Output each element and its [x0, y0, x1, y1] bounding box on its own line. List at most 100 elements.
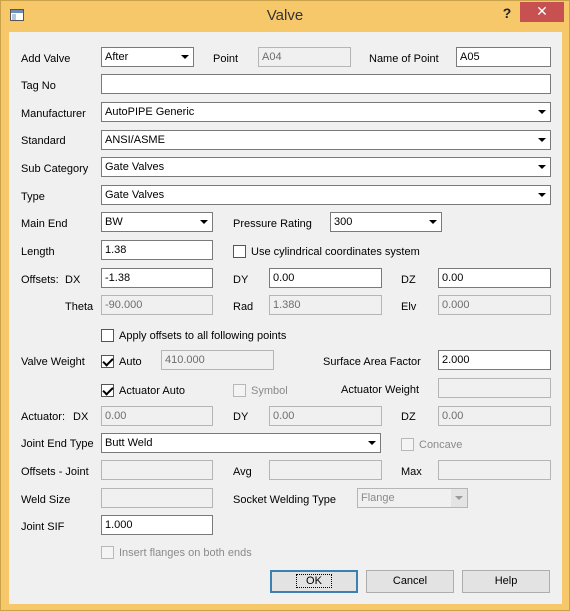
joint-sif-field[interactable]: 1.000 — [101, 515, 213, 535]
offsets-joint-field — [101, 460, 213, 480]
standard-select[interactable]: ANSI/ASME — [101, 130, 551, 150]
elv-label: Elv — [401, 301, 417, 313]
socket-welding-type-select: Flange — [357, 488, 468, 508]
actuator-weight-field — [438, 378, 551, 398]
elv-field: 0.000 — [438, 295, 551, 315]
actuator-label: Actuator: — [21, 411, 66, 423]
window-title: Valve — [266, 7, 304, 24]
actuator-auto-checkbox[interactable] — [101, 384, 114, 397]
dialog-body: Add Valve After Point A04 Name of Point … — [9, 32, 562, 604]
standard-label: Standard — [21, 135, 66, 147]
type-label: Type — [21, 191, 45, 203]
symbol-label: Symbol — [251, 385, 288, 397]
offset-dx-field[interactable]: -1.38 — [101, 268, 213, 288]
offset-dz-label: DZ — [401, 274, 416, 286]
point-label: Point — [213, 53, 239, 65]
manufacturer-select[interactable]: AutoPIPE Generic — [101, 102, 551, 122]
symbol-checkbox — [233, 384, 246, 397]
offset-dz-field[interactable]: 0.00 — [438, 268, 551, 288]
auto-checkbox[interactable] — [101, 355, 114, 368]
help-button[interactable]: Help — [462, 570, 550, 593]
main-end-value: BW — [105, 216, 123, 228]
title-bar: Valve ? ✕ — [1, 1, 569, 31]
name-of-point-label: Name of Point — [369, 53, 439, 65]
sub-category-value: Gate Valves — [105, 161, 165, 173]
type-value: Gate Valves — [105, 189, 165, 201]
manufacturer-label: Manufacturer — [21, 108, 86, 120]
sub-category-select[interactable]: Gate Valves — [101, 157, 551, 177]
joint-end-type-select[interactable]: Butt Weld — [101, 433, 381, 453]
chevron-down-icon — [196, 213, 212, 231]
weld-size-label: Weld Size — [21, 494, 71, 506]
actuator-dx-label: DX — [73, 411, 89, 423]
offsets-joint-label: Offsets - Joint — [21, 466, 89, 478]
chevron-down-icon — [451, 489, 467, 507]
max-label: Max — [401, 466, 422, 478]
cancel-button[interactable]: Cancel — [366, 570, 454, 593]
valve-weight-field: 410.000 — [161, 350, 274, 370]
add-valve-select[interactable]: After — [101, 47, 194, 67]
chevron-down-icon — [177, 48, 193, 66]
manufacturer-value: AutoPIPE Generic — [105, 106, 195, 118]
apply-offsets-label: Apply offsets to all following points — [119, 330, 287, 342]
auto-label: Auto — [119, 356, 142, 368]
close-icon[interactable]: ✕ — [520, 2, 564, 22]
name-of-point-field[interactable]: A05 — [456, 47, 551, 67]
surface-area-factor-label: Surface Area Factor — [323, 356, 421, 368]
theta-label: Theta — [65, 301, 94, 313]
pressure-rating-select[interactable]: 300 — [330, 212, 442, 232]
apply-offsets-checkbox[interactable] — [101, 329, 114, 342]
standard-value: ANSI/ASME — [105, 134, 165, 146]
offset-dy-field[interactable]: 0.00 — [269, 268, 382, 288]
chevron-down-icon — [534, 131, 550, 149]
socket-welding-type-value: Flange — [361, 492, 395, 504]
max-field — [438, 460, 551, 480]
ok-button[interactable]: OK — [270, 570, 358, 593]
chevron-down-icon — [534, 103, 550, 121]
joint-end-type-value: Butt Weld — [105, 437, 153, 449]
length-field[interactable]: 1.38 — [101, 240, 213, 260]
point-field: A04 — [258, 47, 351, 67]
actuator-weight-label: Actuator Weight — [341, 384, 420, 396]
rad-label: Rad — [233, 301, 254, 313]
help-icon[interactable]: ? — [499, 5, 515, 23]
chevron-down-icon — [425, 213, 441, 231]
actuator-dz-field: 0.00 — [438, 406, 551, 426]
weld-size-field — [101, 488, 213, 508]
surface-area-factor-field[interactable]: 2.000 — [438, 350, 551, 370]
add-valve-label: Add Valve — [21, 53, 71, 65]
offset-dy-label: DY — [233, 274, 249, 286]
length-label: Length — [21, 246, 55, 258]
tag-no-field[interactable] — [101, 74, 551, 94]
sub-category-label: Sub Category — [21, 163, 89, 175]
valve-weight-label: Valve Weight — [21, 356, 85, 368]
actuator-auto-label: Actuator Auto — [119, 385, 186, 397]
actuator-dy-label: DY — [233, 411, 249, 423]
cylindrical-checkbox[interactable] — [233, 245, 246, 258]
avg-field — [269, 460, 382, 480]
joint-sif-label: Joint SIF — [21, 521, 65, 533]
actuator-dy-field: 0.00 — [269, 406, 382, 426]
chevron-down-icon — [364, 434, 380, 452]
socket-welding-type-label: Socket Welding Type — [233, 494, 336, 506]
main-end-label: Main End — [21, 218, 68, 230]
type-select[interactable]: Gate Valves — [101, 185, 551, 205]
concave-label: Concave — [419, 439, 463, 451]
concave-checkbox — [401, 438, 414, 451]
avg-label: Avg — [233, 466, 252, 478]
actuator-dx-field: 0.00 — [101, 406, 213, 426]
offsets-label: Offsets: — [21, 274, 59, 286]
pressure-rating-label: Pressure Rating — [233, 218, 312, 230]
joint-end-type-label: Joint End Type — [21, 438, 94, 450]
actuator-dz-label: DZ — [401, 411, 416, 423]
add-valve-value: After — [105, 51, 129, 63]
insert-flanges-checkbox — [101, 546, 114, 559]
chevron-down-icon — [534, 158, 550, 176]
valve-dialog: Valve ? ✕ Add Valve After Point A04 Name… — [0, 0, 570, 611]
offset-dx-label: DX — [65, 274, 81, 286]
pressure-rating-value: 300 — [334, 216, 353, 228]
main-end-select[interactable]: BW — [101, 212, 213, 232]
ok-button-label: OK — [296, 574, 332, 588]
tag-no-label: Tag No — [21, 80, 56, 92]
rad-field: 1.380 — [269, 295, 382, 315]
